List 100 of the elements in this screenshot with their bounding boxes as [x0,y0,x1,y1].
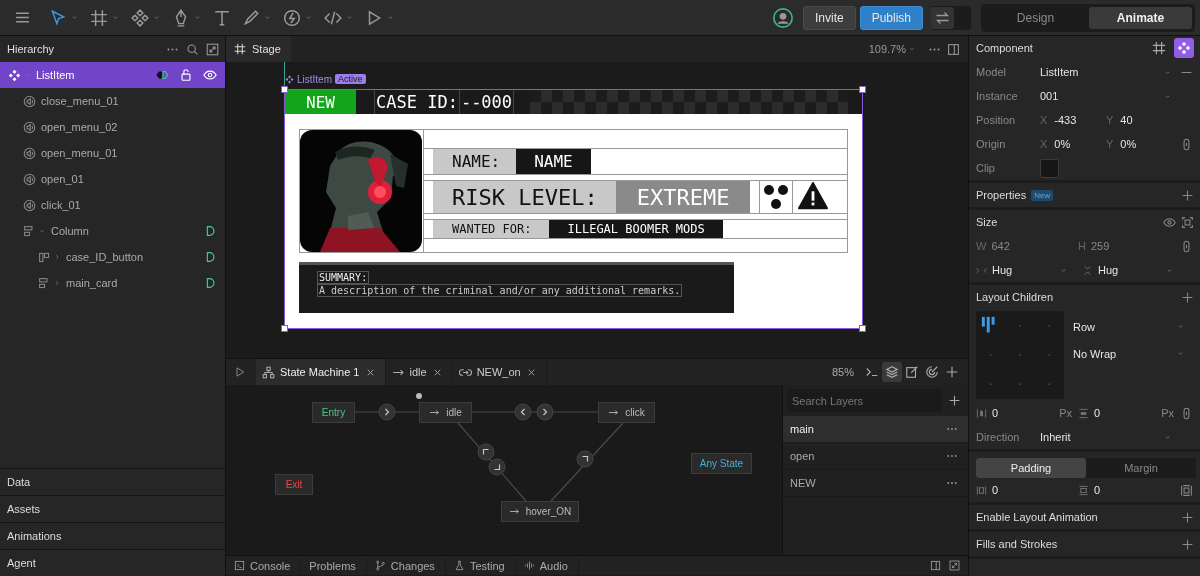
select-value[interactable]: Row [1073,320,1095,333]
section-header[interactable]: Assets [0,495,225,522]
mode-tab[interactable]: Animate [1089,6,1192,29]
solo-icon[interactable] [155,68,169,82]
number-field[interactable]: 0 [1094,484,1101,496]
eye-icon[interactable] [203,68,217,82]
invite-button[interactable]: Invite [802,5,856,30]
chevron-icon[interactable] [53,279,61,287]
state-node[interactable]: idle [419,402,472,423]
search-icon[interactable] [186,42,199,56]
tree-item[interactable]: click_01 [0,192,225,218]
resize-handle[interactable] [859,325,866,332]
select-value[interactable]: ListItem [1040,66,1079,78]
tab-label[interactable]: idle [409,366,427,378]
state-node[interactable]: click [598,402,655,423]
transition-icon[interactable] [514,403,532,421]
zoom-value[interactable]: 109.7% [868,43,906,55]
add-icon[interactable] [1181,537,1194,551]
number-field[interactable]: 0 [1094,407,1101,419]
select-value[interactable]: Inherit [1040,431,1071,443]
tab-label[interactable]: Changes [390,559,435,572]
console-tab[interactable]: Changes [366,557,446,574]
tree-item[interactable]: open_menu_02 [0,114,225,140]
console-tab[interactable]: Testing [445,557,516,574]
console-tab[interactable]: Problems [301,557,367,574]
transition-icon[interactable] [488,458,506,476]
component-icon[interactable] [1174,38,1194,58]
number-field[interactable]: 0 [992,407,999,419]
state-node[interactable]: Any State [691,453,752,474]
layer-label[interactable]: main [790,423,814,435]
search-field[interactable]: Search Layers [787,389,942,412]
avatar[interactable] [772,7,793,28]
add-icon[interactable] [1181,510,1194,524]
resize-handle[interactable] [281,325,288,332]
editor-tab[interactable]: State Machine 1 [256,359,386,385]
tab-label[interactable]: Stage [252,43,281,55]
resize-handle[interactable] [859,86,866,93]
state-node[interactable]: Entry [312,402,355,423]
number-field[interactable]: 0 [992,484,999,496]
link-icon[interactable] [1180,137,1193,151]
tree-item[interactable]: main_card [0,270,225,296]
tree-item[interactable]: open_01 [0,166,225,192]
swap-button[interactable] [931,5,971,30]
lock-icon[interactable] [179,68,193,82]
expand-icon[interactable] [206,42,219,56]
play-icon[interactable] [234,366,246,378]
panel-icon[interactable] [947,42,960,56]
text-icon[interactable] [213,8,231,27]
tree-item[interactable]: case_ID_button [0,244,225,270]
tree-item[interactable]: open_menu_01 [0,140,225,166]
zoom-value[interactable]: 85% [831,366,854,378]
select-value[interactable]: Hug [1098,264,1119,276]
fit-icon[interactable] [1181,215,1194,229]
number-field[interactable]: -433 [1054,114,1077,126]
tree-item[interactable]: Column [0,218,225,244]
tab-label[interactable]: Testing [469,559,505,572]
tree-item[interactable]: close_menu_01 [0,88,225,114]
brush-icon[interactable] [242,8,260,27]
console-tab[interactable]: Console [226,557,302,574]
panel-icon[interactable] [930,560,941,571]
link-icon[interactable] [1180,239,1193,253]
select-value[interactable]: Hug [992,264,1013,276]
eye-icon[interactable] [1163,215,1176,229]
tree-item[interactable]: ListItem [0,62,225,88]
state-node[interactable]: hover_ON [501,501,579,522]
layer-label[interactable]: NEW [790,477,816,489]
number-field[interactable]: 40 [1120,114,1133,126]
layers-icon[interactable] [882,362,902,382]
link-icon[interactable] [1180,406,1193,420]
tab-label[interactable]: Console [250,559,291,572]
add-icon[interactable] [1181,290,1194,304]
stage-tab[interactable]: Stage [226,36,291,62]
tab-label[interactable]: Problems [309,559,356,572]
section-header[interactable]: Agent [0,549,225,576]
section-header[interactable]: Data [0,468,225,495]
section-header[interactable]: Animations [0,522,225,549]
state-node[interactable]: Exit [275,474,313,495]
tab-label[interactable]: NEW_on [476,366,521,378]
component-icon[interactable] [131,8,149,27]
transition-icon[interactable] [378,403,396,421]
resize-handle[interactable] [281,86,288,93]
mode-tab[interactable]: Design [984,6,1087,29]
add-icon[interactable] [948,394,961,407]
tab-label[interactable]: State Machine 1 [280,366,360,378]
number-field[interactable]: 0% [1120,138,1137,150]
console-tab[interactable]: Audio [515,557,579,574]
unit-label[interactable]: Px [1161,407,1174,419]
chevron-icon[interactable] [53,253,61,261]
pointer-icon[interactable] [49,8,67,27]
layer-label[interactable]: open [790,450,815,462]
transition-icon[interactable] [477,443,495,461]
padding-icon[interactable] [1180,483,1193,497]
segment-tab[interactable]: Padding [976,458,1086,478]
add-icon[interactable] [1181,188,1194,202]
select-value[interactable]: No Wrap [1073,347,1117,360]
transition-icon[interactable] [576,450,594,468]
publish-button[interactable]: Publish [859,5,923,30]
expand-icon[interactable] [949,560,960,571]
select-value[interactable]: 001 [1040,90,1059,102]
unit-label[interactable]: Px [1059,407,1072,419]
